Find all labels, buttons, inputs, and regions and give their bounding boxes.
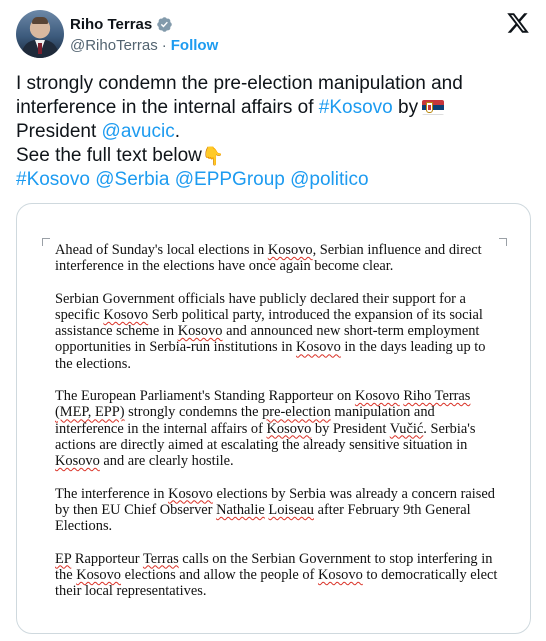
mention-serbia-link[interactable]: @Serbia [95,169,169,190]
author-name-row: Riho Terras [70,14,173,34]
spellcheck-flagged-word: Riho Terras [403,388,471,405]
mention-avucic-link[interactable]: @avucic [102,121,175,142]
avatar-tie [38,43,42,54]
tweet-text-segment: by [392,97,419,118]
tweet-text-segment: interference in the internal affairs of [16,97,319,118]
attached-document-image[interactable]: Ahead of Sunday's local elections in Kos… [16,203,531,634]
author-avatar[interactable] [16,10,64,58]
doc-line: The interference in Kosovo elections by … [55,485,495,502]
follow-button[interactable]: Follow [171,37,219,54]
spellcheck-flagged-word: EP [55,550,72,567]
doc-line: the Kosovo elections and allow the peopl… [55,566,498,583]
tweet-line-4: See the full text below👇 [16,144,526,168]
doc-line: the elections. [55,355,131,372]
tweet-text: I strongly condemn the pre-election mani… [16,72,526,192]
doc-line: interference in the internal affairs of … [55,420,476,437]
spellcheck-flagged-word: Kosovo [55,453,100,470]
doc-line: opportunities in Serbia-run institutions… [55,339,486,356]
mention-eppgroup-link[interactable]: @EPPGroup [175,169,285,190]
tweet-text-segment: I strongly condemn the pre-election mani… [16,73,463,94]
doc-line: specific Kosovo Serb political party, in… [55,307,483,323]
handle-separator: · [161,36,167,54]
x-logo-icon[interactable] [506,11,530,35]
spellcheck-flagged-word: Kosovo [266,420,312,437]
document-text: Ahead of Sunday's local elections in Kos… [55,242,517,616]
doc-line: their local representatives. [55,583,207,600]
doc-paragraph: EP Rapporteur Terras calls on the Serbia… [55,551,517,600]
tweet-text-segment: . [174,121,180,142]
doc-line: actions are directly aimed at escalating… [55,436,468,453]
spellcheck-flagged-word: Nathalie [216,501,265,518]
tweet-line-1: I strongly condemn the pre-election mani… [16,72,526,96]
doc-line: interference in the elections have once … [55,258,394,275]
serbia-flag-icon [422,100,445,115]
author-handle-row: @RihoTerras · Follow [70,36,218,54]
doc-line: The European Parliament's Standing Rappo… [55,388,471,405]
author-handle[interactable]: @RihoTerras [70,37,158,54]
spellcheck-flagged-word: Kosovo [317,566,363,583]
spellcheck-flagged-word: Kosovo [354,388,400,405]
doc-line: (MEP, EPP) strongly condemns the pre-ele… [55,404,435,421]
spellcheck-flagged-word: Vučić [389,420,424,437]
doc-paragraph: The European Parliament's Standing Rappo… [55,388,517,469]
tweet-line-5: #Kosovo @Serbia @EPPGroup @politico [16,168,526,192]
doc-line: Ahead of Sunday's local elections in Kos… [55,242,482,258]
doc-line: EP Rapporteur Terras calls on the Serbia… [55,550,493,567]
doc-paragraph: Ahead of Sunday's local elections in Kos… [55,242,517,274]
spellcheck-flagged-word: Kosovo [76,566,121,583]
spellcheck-flagged-word: Kosovo [103,307,149,323]
verified-badge-icon [157,16,173,32]
avatar-hair [32,17,48,24]
spellcheck-flagged-word: Terras [142,550,179,567]
spellcheck-flagged-word: Kosovo [168,485,213,502]
spellcheck-flagged-word: pre-election [262,404,331,421]
tweet-line-3: President @avucic. [16,120,526,144]
spellcheck-flagged-word: Kosovo [267,242,313,258]
tweet-text-segment: President [16,121,102,142]
spellcheck-flagged-word: Kosovo [177,323,223,340]
tweet-line-2: interference in the internal affairs of … [16,96,526,120]
doc-paragraph: The interference in Kosovo elections by … [55,486,517,535]
doc-paragraph: Serbian Government officials have public… [55,291,517,372]
tweet-header: Riho Terras @RihoTerras · Follow [0,0,546,70]
hashtag-kosovo-link[interactable]: #Kosovo [319,97,393,118]
tweet-text-segment: See the full text below [16,145,202,166]
hashtag-kosovo-link[interactable]: #Kosovo [16,169,90,190]
spellcheck-flagged-word: Loiseau [268,501,314,518]
mention-politico-link[interactable]: @politico [290,169,368,190]
doc-line: Kosovo and are clearly hostile. [55,453,234,470]
doc-line: by then EU Chief Observer Nathalie Loise… [55,501,471,518]
spellcheck-flagged-word: (MEP, EPP) [55,404,125,421]
doc-margin-marker [42,238,50,246]
author-display-name[interactable]: Riho Terras [70,16,152,33]
doc-line: Serbian Government officials have public… [55,290,466,307]
doc-line: Elections. [55,518,113,535]
doc-line: assistance scheme in Kosovo and announce… [55,323,480,340]
pointing-down-icon: 👇 [201,146,225,166]
spellcheck-flagged-word: Kosovo [296,339,341,356]
